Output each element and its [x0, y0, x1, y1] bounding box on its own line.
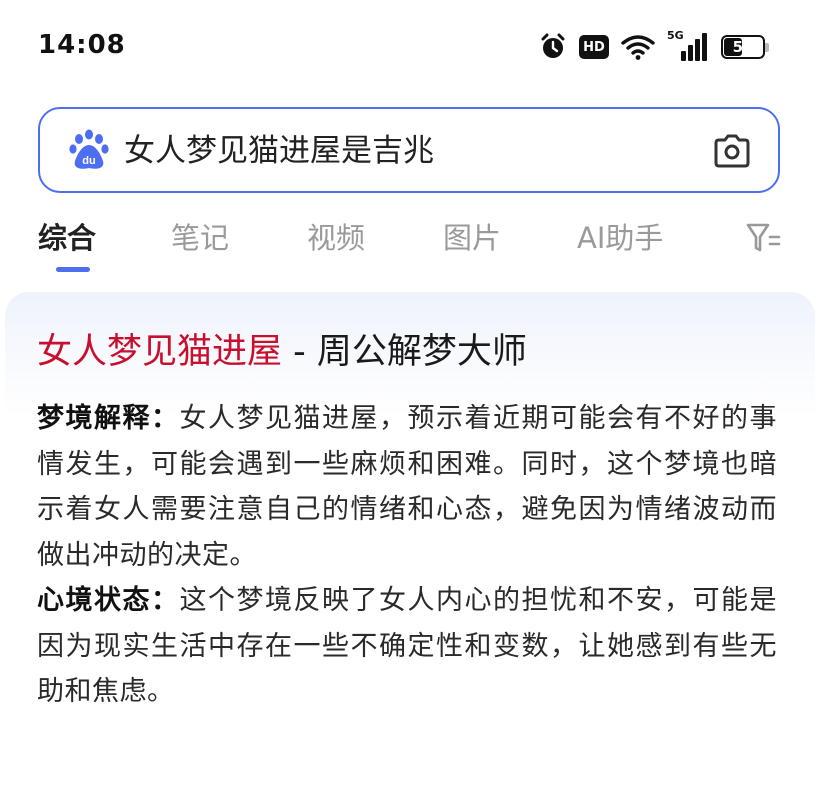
tab-ai-assistant[interactable]: AI助手: [577, 218, 663, 258]
tab-comprehensive[interactable]: 综合: [38, 218, 96, 258]
battery-cap: [765, 43, 769, 52]
hd-icon: HD: [579, 35, 609, 59]
tab-video[interactable]: 视频: [307, 218, 365, 258]
result-card[interactable]: 女人梦见猫进屋 - 周公解梦大师 梦境解释：女人梦见猫进屋，预示着近期可能会有不…: [5, 292, 815, 800]
status-bar: 14:08 HD 5G 51: [0, 0, 815, 96]
result-body: 梦境解释：女人梦见猫进屋，预示着近期可能会有不好的事情发生，可能会遇到一些麻烦和…: [37, 396, 777, 715]
status-time: 14:08: [38, 30, 126, 60]
tab-notes[interactable]: 笔记: [171, 218, 229, 258]
paragraph-label: 心境状态：: [37, 585, 180, 616]
result-title[interactable]: 女人梦见猫进屋 - 周公解梦大师: [37, 328, 527, 376]
filter-icon[interactable]: [745, 222, 781, 254]
search-tabs: 综合 笔记 视频 图片 AI助手: [0, 210, 815, 276]
baidu-paw-icon: du: [69, 129, 109, 169]
tab-images[interactable]: 图片: [443, 218, 501, 258]
dream-interpretation-paragraph: 梦境解释：女人梦见猫进屋，预示着近期可能会有不好的事情发生，可能会遇到一些麻烦和…: [37, 396, 777, 578]
phone-screen: 14:08 HD 5G 51 du 女人梦见猫进屋是吉兆 综合 笔记 视频 图片…: [0, 0, 815, 800]
result-title-source: - 周公解梦大师: [282, 332, 527, 372]
result-title-highlight: 女人梦见猫进屋: [37, 332, 283, 372]
alarm-clock-icon: [541, 33, 565, 58]
search-input[interactable]: 女人梦见猫进屋是吉兆: [124, 131, 434, 171]
svg-text:du: du: [82, 155, 95, 167]
battery-level: 51: [732, 38, 754, 56]
wifi-icon: [621, 35, 655, 60]
search-box[interactable]: du 女人梦见猫进屋是吉兆: [38, 107, 780, 193]
camera-icon[interactable]: [712, 133, 752, 169]
paragraph-label: 梦境解释：: [37, 403, 180, 434]
status-icons: HD 5G 51: [539, 29, 769, 64]
battery-icon: 51: [721, 35, 769, 59]
signal-icon: 5G: [667, 29, 709, 61]
mind-state-paragraph: 心境状态：这个梦境反映了女人内心的担忧和不安，可能是因为现实生活中存在一些不确定…: [37, 578, 777, 715]
active-tab-indicator: [56, 267, 90, 272]
network-type-label: 5G: [667, 29, 684, 42]
